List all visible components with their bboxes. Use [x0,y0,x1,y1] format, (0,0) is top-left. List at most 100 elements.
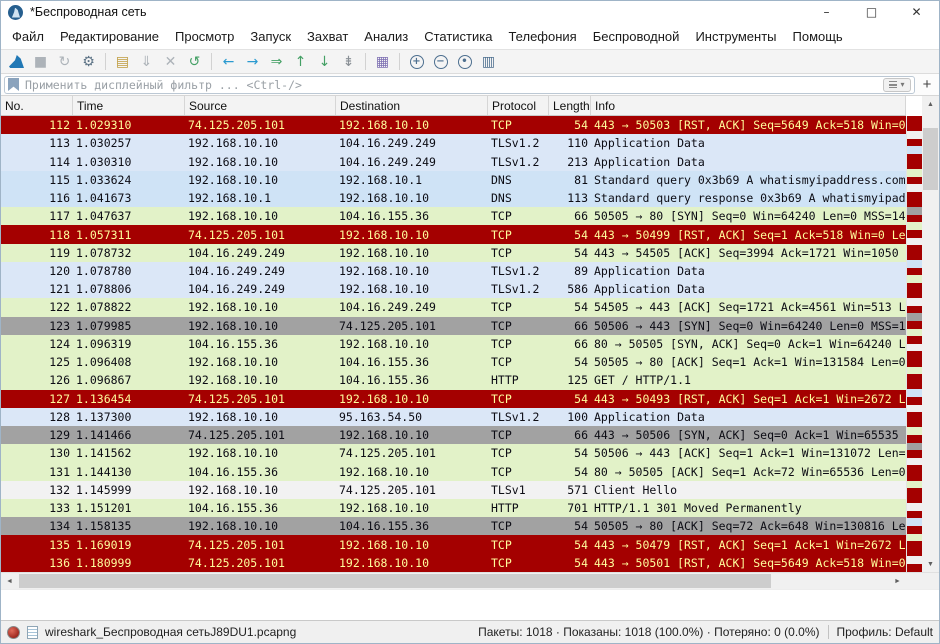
menu-item-9[interactable]: Беспроводной [585,25,688,48]
horizontal-scroll-thumb[interactable] [19,574,771,588]
cell-no: 127 [1,392,73,406]
packet-row[interactable]: 1151.033624192.168.10.10192.168.10.1DNS8… [1,171,906,189]
packet-row[interactable]: 1271.13645474.125.205.101192.168.10.10TC… [1,390,906,408]
zoom-in-button[interactable]: + [405,51,428,73]
vertical-scroll-track[interactable] [922,112,939,556]
zoom-reset-button[interactable]: • [453,51,476,73]
packet-list-main: No.TimeSourceDestinationProtocolLengthIn… [1,96,906,572]
packet-row[interactable]: 1291.14146674.125.205.101192.168.10.10TC… [1,426,906,444]
packet-row[interactable]: 1331.151201104.16.155.36192.168.10.10HTT… [1,499,906,517]
open-file-button[interactable]: ▤ [111,51,134,73]
packet-row[interactable]: 1131.030257192.168.10.10104.16.249.249TL… [1,134,906,152]
packet-row[interactable]: 1351.16901974.125.205.101192.168.10.10TC… [1,535,906,553]
packet-row[interactable]: 1201.078780104.16.249.249192.168.10.10TL… [1,262,906,280]
minimize-button[interactable]: – [804,1,849,23]
column-header-info[interactable]: Info [591,96,906,115]
cell-no: 135 [1,538,73,552]
start-capture-button[interactable]: ▲ [5,51,28,73]
menu-item-4[interactable]: Запуск [242,25,299,48]
packet-row[interactable]: 1281.137300192.168.10.1095.163.54.50TLSv… [1,408,906,426]
cell-protocol: TCP [488,355,549,369]
cell-source: 74.125.205.101 [185,118,336,132]
packet-row[interactable]: 1361.18099974.125.205.101192.168.10.10TC… [1,554,906,572]
maximize-button[interactable]: □ [849,1,894,23]
packet-row[interactable]: 1121.02931074.125.205.101192.168.10.10TC… [1,116,906,134]
save-file-button[interactable]: ⇓ [135,51,158,73]
column-header-length[interactable]: Length [549,96,591,115]
filter-expression-button[interactable]: ▾ [883,78,911,92]
column-header-source[interactable]: Source [185,96,336,115]
cell-source: 192.168.10.1 [185,191,336,205]
cell-source: 74.125.205.101 [185,538,336,552]
packet-row[interactable]: 1211.078806104.16.249.249192.168.10.10TL… [1,280,906,298]
cell-time: 1.078780 [73,264,185,278]
back-button[interactable]: ← [217,51,240,73]
goto-packet-button[interactable]: ⇒ [265,51,288,73]
vertical-scroll-thumb[interactable] [923,128,938,190]
menu-item-8[interactable]: Телефония [500,25,584,48]
close-file-button[interactable]: ✕ [159,51,182,73]
menu-item-2[interactable]: Редактирование [52,25,167,48]
cell-info: 443 → 50479 [RST, ACK] Seq=1 Ack=1 Win=2… [591,538,906,552]
packet-row[interactable]: 1261.096867192.168.10.10104.16.155.36HTT… [1,371,906,389]
packet-row[interactable]: 1181.05731174.125.205.101192.168.10.10TC… [1,225,906,243]
close-button[interactable]: ✕ [894,1,939,23]
menu-item-10[interactable]: Инструменты [687,25,784,48]
menu-item-6[interactable]: Анализ [356,25,416,48]
filter-bookmark-icon[interactable] [8,78,19,91]
column-header-protocol[interactable]: Protocol [488,96,549,115]
minimap-stripe [907,260,922,268]
profile-label[interactable]: Профиль: Default [837,625,934,639]
packet-row[interactable]: 1161.041673192.168.10.1192.168.10.10DNS1… [1,189,906,207]
intelligent-scrollbar-minimap[interactable] [906,116,922,572]
packet-row[interactable]: 1171.047637192.168.10.10104.16.155.36TCP… [1,207,906,225]
cell-source: 192.168.10.10 [185,373,336,387]
auto-scroll-button[interactable]: ⇟ [337,51,360,73]
expert-info-button[interactable] [7,626,20,639]
capture-options-button[interactable]: ⚙ [77,51,100,73]
go-last-button[interactable]: ↓ [313,51,336,73]
stop-capture-button[interactable]: ■ [29,51,52,73]
zoom-out-button[interactable]: − [429,51,452,73]
column-header-destination[interactable]: Destination [336,96,488,115]
reload-file-button[interactable]: ↺ [183,51,206,73]
packet-row[interactable]: 1221.078822192.168.10.10104.16.249.249TC… [1,298,906,316]
go-first-button[interactable]: ↑ [289,51,312,73]
packet-row[interactable]: 1321.145999192.168.10.1074.125.205.101TL… [1,481,906,499]
cell-length: 54 [549,446,591,460]
menu-item-5[interactable]: Захват [299,25,356,48]
packet-list[interactable]: 1121.02931074.125.205.101192.168.10.10TC… [1,116,906,572]
packet-row[interactable]: 1251.096408192.168.10.10104.16.155.36TCP… [1,353,906,371]
horizontal-scrollbar[interactable]: ◄ ► [1,573,906,589]
titlebar: *Беспроводная сеть – □ ✕ [1,1,939,23]
scroll-right-button[interactable]: ► [889,573,906,589]
add-filter-button[interactable]: + [918,76,936,94]
cell-source: 192.168.10.10 [185,519,336,533]
resize-columns-icon: ▥ [482,55,495,69]
menu-item-3[interactable]: Просмотр [167,25,242,48]
minimap-stripe [907,374,922,382]
packet-row[interactable]: 1191.078732104.16.249.249192.168.10.10TC… [1,244,906,262]
menu-item-7[interactable]: Статистика [416,25,500,48]
forward-button[interactable]: → [241,51,264,73]
menu-item-11[interactable]: Помощь [785,25,851,48]
scroll-left-button[interactable]: ◄ [1,573,18,589]
column-header-time[interactable]: Time [73,96,185,115]
packet-row[interactable]: 1141.030310192.168.10.10104.16.249.249TL… [1,152,906,170]
restart-capture-button[interactable]: ↻ [53,51,76,73]
scroll-down-button[interactable]: ▼ [922,556,939,572]
scroll-up-button[interactable]: ▲ [922,96,939,112]
resize-columns-button[interactable]: ▥ [477,51,500,73]
packet-row[interactable]: 1301.141562192.168.10.1074.125.205.101TC… [1,444,906,462]
packet-row[interactable]: 1341.158135192.168.10.10104.16.155.36TCP… [1,517,906,535]
colorize-button[interactable]: ▦ [371,51,394,73]
packet-row[interactable]: 1241.096319104.16.155.36192.168.10.10TCP… [1,335,906,353]
column-header-no[interactable]: No. [1,96,73,115]
vertical-scrollbar[interactable]: ▲ ▼ [922,96,939,572]
display-filter-input[interactable] [23,77,879,93]
menu-item-1[interactable]: Файл [4,25,52,48]
cell-length: 701 [549,501,591,515]
capture-file-properties-button[interactable] [27,626,38,639]
packet-row[interactable]: 1311.144130104.16.155.36192.168.10.10TCP… [1,462,906,480]
packet-row[interactable]: 1231.079985192.168.10.1074.125.205.101TC… [1,317,906,335]
